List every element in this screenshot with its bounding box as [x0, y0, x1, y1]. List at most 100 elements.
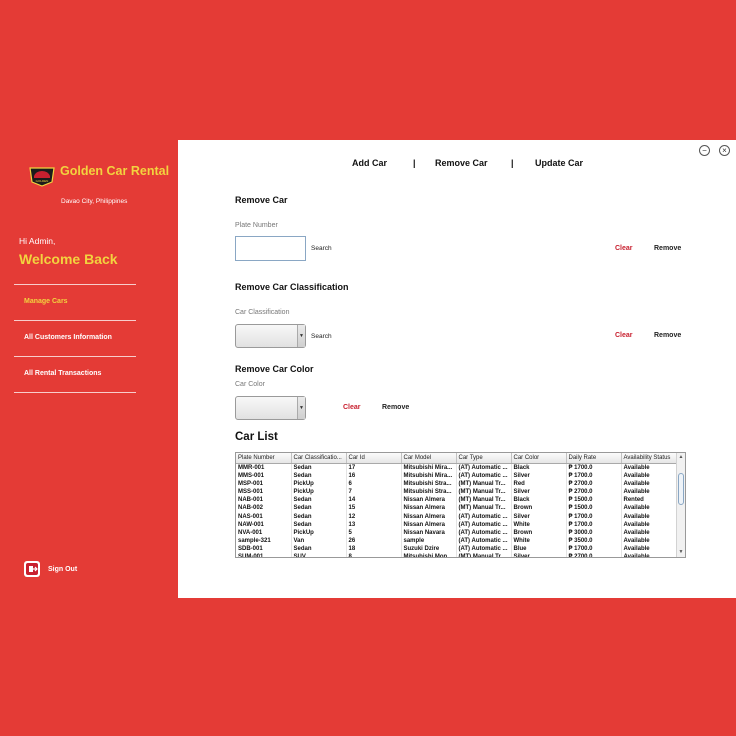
- table-cell: Nissan Almera: [401, 512, 457, 521]
- welcome-text: Welcome Back: [19, 251, 118, 267]
- table-cell: 16: [346, 471, 402, 480]
- table-row[interactable]: NVA-001 PickUp 5 Nissan Navara (AT) Automati…: [236, 528, 677, 537]
- column-header[interactable]: Plate Number: [236, 453, 292, 464]
- table-cell: White: [511, 537, 567, 546]
- plate-search-button[interactable]: Search: [311, 245, 332, 252]
- table-cell: NAW-001: [236, 520, 292, 529]
- column-header[interactable]: Daily Rate: [566, 453, 622, 464]
- table-cell: sample: [401, 537, 457, 546]
- color-clear-button[interactable]: Clear: [343, 404, 361, 411]
- table-cell: SUV: [291, 553, 347, 557]
- table-cell: MSP-001: [236, 479, 292, 488]
- table-row[interactable]: NAS-001 Sedan 12 Nissan Almera (AT) Automati…: [236, 512, 677, 521]
- remove-car-title: Remove Car: [235, 195, 288, 205]
- main-panel: Add Car | Remove Car | Update Car − × Re…: [178, 140, 736, 598]
- table-cell: Mitsubishi Mira...: [401, 463, 457, 472]
- table-cell: (AT) Automatic ...: [456, 545, 512, 554]
- table-cell: (MT) Manual Tr...: [456, 496, 512, 505]
- table-cell: (AT) Automatic ...: [456, 520, 512, 529]
- tab-remove-car[interactable]: Remove Car: [435, 158, 488, 168]
- classification-clear-button[interactable]: Clear: [615, 332, 633, 339]
- table-cell: (MT) Manual Tr...: [456, 487, 512, 497]
- column-header[interactable]: Availability Status: [621, 453, 677, 464]
- column-header[interactable]: Car Color: [511, 453, 567, 464]
- table-cell: 7: [346, 487, 402, 497]
- table-row[interactable]: SUM-001 SUV 8 Mitsubishi Mon... (MT) Manual …: [236, 553, 677, 557]
- minimize-icon[interactable]: −: [699, 145, 710, 156]
- table-cell: ₱ 2700.0: [566, 487, 622, 497]
- table-row[interactable]: NAB-002 Sedan 15 Nissan Almera (MT) Manual T…: [236, 504, 677, 513]
- table-cell: Red: [511, 479, 567, 488]
- table-cell: Sedan: [291, 520, 347, 529]
- table-row[interactable]: NAW-001 Sedan 13 Nissan Almera (AT) Automati…: [236, 520, 677, 529]
- sidebar: GOLDEN Golden Car Rental Davao City, Phi…: [0, 140, 178, 598]
- chevron-down-icon: ▼: [297, 325, 305, 347]
- table-cell: Rented: [621, 496, 677, 505]
- table-cell: 14: [346, 496, 402, 505]
- table-row[interactable]: MSP-001 PickUp 6 Mitsubishi Stra... (MT) Man…: [236, 479, 677, 488]
- plate-clear-button[interactable]: Clear: [615, 245, 633, 252]
- table-row[interactable]: MSS-001 PickUp 7 Mitsubishi Stra... (MT) Man…: [236, 487, 677, 497]
- table-cell: 18: [346, 545, 402, 554]
- table-cell: ₱ 3000.0: [566, 528, 622, 537]
- table-cell: Available: [621, 463, 677, 472]
- tab-update-car[interactable]: Update Car: [535, 158, 583, 168]
- table-row[interactable]: sample-321 Van 26 sample (AT) Automatic ... W…: [236, 537, 677, 546]
- table-cell: (AT) Automatic ...: [456, 528, 512, 537]
- table-cell: Available: [621, 479, 677, 488]
- classification-remove-button[interactable]: Remove: [654, 332, 681, 339]
- classification-select[interactable]: ▼: [235, 324, 306, 348]
- table-row[interactable]: SDB-001 Sedan 18 Suzuki Dzire (AT) Automatic…: [236, 545, 677, 554]
- table-cell: Sedan: [291, 471, 347, 480]
- nav-divider: [14, 392, 136, 393]
- plate-remove-button[interactable]: Remove: [654, 245, 681, 252]
- table-cell: Nissan Almera: [401, 496, 457, 505]
- table-cell: ₱ 1500.0: [566, 504, 622, 513]
- table-cell: NVA-001: [236, 528, 292, 537]
- table-cell: Sedan: [291, 545, 347, 554]
- tab-add-car[interactable]: Add Car: [352, 158, 387, 168]
- column-header[interactable]: Car Id: [346, 453, 402, 464]
- table-row[interactable]: NAB-001 Sedan 14 Nissan Almera (MT) Manual T…: [236, 496, 677, 505]
- remove-classification-title: Remove Car Classification: [235, 282, 349, 292]
- table-scrollbar[interactable]: ▲ ▼: [676, 453, 685, 557]
- table-cell: PickUp: [291, 487, 347, 497]
- car-list-table[interactable]: Plate Number Car Classificatio... Car Id…: [235, 452, 686, 558]
- table-cell: ₱ 1700.0: [566, 512, 622, 521]
- table-cell: Brown: [511, 528, 567, 537]
- table-cell: Available: [621, 520, 677, 529]
- nav-all-rental-transactions[interactable]: All Rental Transactions: [24, 370, 101, 377]
- table-cell: 17: [346, 463, 402, 472]
- table-cell: Black: [511, 463, 567, 472]
- scroll-up-icon[interactable]: ▲: [677, 453, 685, 462]
- table-cell: Sedan: [291, 463, 347, 472]
- table-cell: Nissan Navara: [401, 528, 457, 537]
- brand-name: Golden Car Rental: [60, 164, 170, 178]
- table-cell: Available: [621, 537, 677, 546]
- color-remove-button[interactable]: Remove: [382, 404, 409, 411]
- table-cell: sample-321: [236, 537, 292, 546]
- table-cell: 15: [346, 504, 402, 513]
- nav-all-customers[interactable]: All Customers Information: [24, 334, 112, 341]
- close-icon[interactable]: ×: [719, 145, 730, 156]
- table-cell: Available: [621, 545, 677, 554]
- table-cell: White: [511, 520, 567, 529]
- column-header[interactable]: Car Classificatio...: [291, 453, 347, 464]
- table-cell: 12: [346, 512, 402, 521]
- classification-search-button[interactable]: Search: [311, 333, 332, 340]
- table-row[interactable]: MMR-001 Sedan 17 Mitsubishi Mira... (AT) Aut…: [236, 463, 677, 472]
- table-row[interactable]: MMS-001 Sedan 16 Mitsubishi Mira... (AT) Aut…: [236, 471, 677, 480]
- column-header[interactable]: Car Model: [401, 453, 457, 464]
- color-select[interactable]: ▼: [235, 396, 306, 420]
- table-cell: NAS-001: [236, 512, 292, 521]
- table-cell: Black: [511, 496, 567, 505]
- scroll-down-icon[interactable]: ▼: [677, 548, 685, 557]
- scroll-thumb[interactable]: [678, 473, 684, 505]
- sign-out-button[interactable]: Sign Out: [24, 561, 77, 577]
- nav-manage-cars[interactable]: Manage Cars: [24, 298, 68, 305]
- table-cell: ₱ 1700.0: [566, 545, 622, 554]
- table-cell: PickUp: [291, 479, 347, 488]
- table-cell: Available: [621, 512, 677, 521]
- plate-number-input[interactable]: [235, 236, 306, 261]
- column-header[interactable]: Car Type: [456, 453, 512, 464]
